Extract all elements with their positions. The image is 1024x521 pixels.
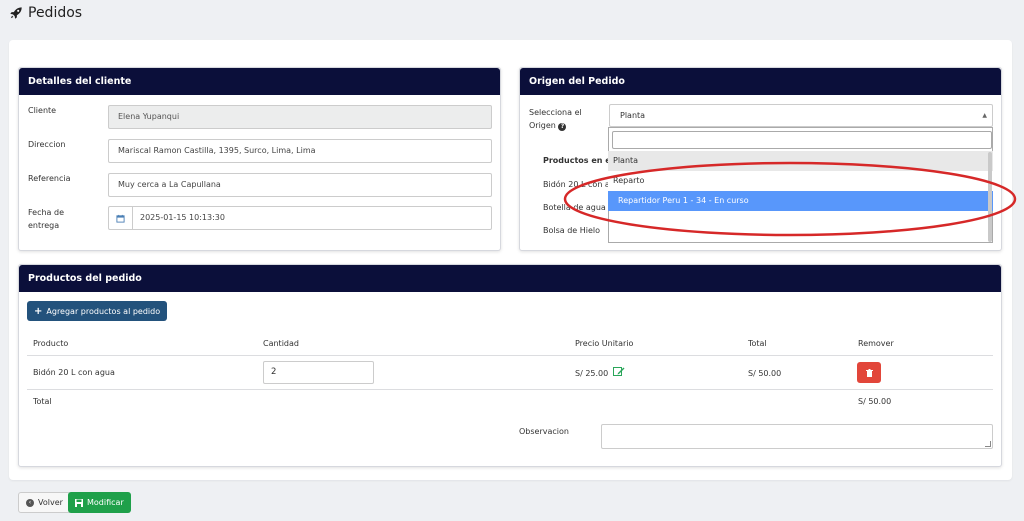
total-label: Total: [33, 397, 52, 406]
referencia-field[interactable]: Muy cerca a La Capullana: [108, 173, 492, 197]
direccion-field[interactable]: Mariscal Ramon Castilla, 1395, Surco, Li…: [108, 139, 492, 163]
add-products-button[interactable]: + Agregar productos al pedido: [27, 301, 168, 321]
remove-button[interactable]: [857, 362, 881, 383]
col-remover: Remover: [858, 339, 894, 348]
arrow-left-icon: ‹: [26, 498, 34, 507]
quantity-input[interactable]: 2: [263, 361, 374, 384]
pedido-panel-header: Productos del pedido: [19, 265, 1001, 292]
referencia-label: Referencia: [28, 174, 71, 183]
plus-icon: +: [34, 305, 43, 317]
cliente-label: Cliente: [28, 106, 57, 115]
row-producto: Bidón 20 L con agua: [33, 368, 115, 377]
volver-button[interactable]: ‹ Volver: [18, 492, 71, 513]
total-value: S/ 50.00: [858, 397, 892, 406]
cliente-field: Elena Yupanqui: [108, 105, 492, 129]
annotation-ellipse: [563, 161, 1017, 237]
cliente-panel-header: Detalles del cliente: [19, 68, 500, 95]
col-cantidad: Cantidad: [263, 339, 299, 348]
origen-selected: Planta: [620, 111, 646, 120]
col-precio: Precio Unitario: [575, 339, 634, 348]
save-icon: [75, 498, 83, 507]
rocket-icon: [10, 7, 22, 19]
fecha-field[interactable]: 2025-01-15 10:13:30: [108, 206, 492, 230]
cliente-panel: Detalles del cliente Cliente Elena Yupan…: [18, 67, 501, 251]
table-header-divider: [27, 355, 993, 356]
origen-panel-header: Origen del Pedido: [520, 68, 1001, 95]
origen-label: Selecciona el Origen ?: [529, 108, 582, 131]
page-title: Pedidos: [28, 5, 83, 21]
direccion-label: Direccion: [28, 140, 66, 149]
row-precio: S/ 25.00: [575, 369, 609, 378]
col-total: Total: [748, 339, 767, 348]
resize-grip[interactable]: [985, 441, 991, 447]
caret-up-icon: ▲: [982, 112, 987, 119]
dropdown-search-input[interactable]: [612, 131, 992, 149]
trash-icon: [865, 368, 873, 377]
calendar-icon[interactable]: [109, 207, 133, 229]
table-row-divider: [27, 389, 993, 390]
page-header: Pedidos: [9, 5, 82, 21]
edit-icon[interactable]: [613, 366, 625, 377]
question-icon: ?: [558, 123, 567, 131]
modificar-button[interactable]: Modificar: [68, 492, 131, 513]
observacion-label: Observacion: [519, 427, 569, 436]
origen-select[interactable]: Planta ▲: [609, 104, 993, 127]
fecha-label: Fecha de entrega: [28, 208, 64, 230]
col-producto: Producto: [33, 339, 69, 348]
observacion-field[interactable]: [601, 424, 993, 449]
row-total: S/ 50.00: [748, 369, 782, 378]
fecha-value: 2025-01-15 10:13:30: [140, 213, 225, 222]
